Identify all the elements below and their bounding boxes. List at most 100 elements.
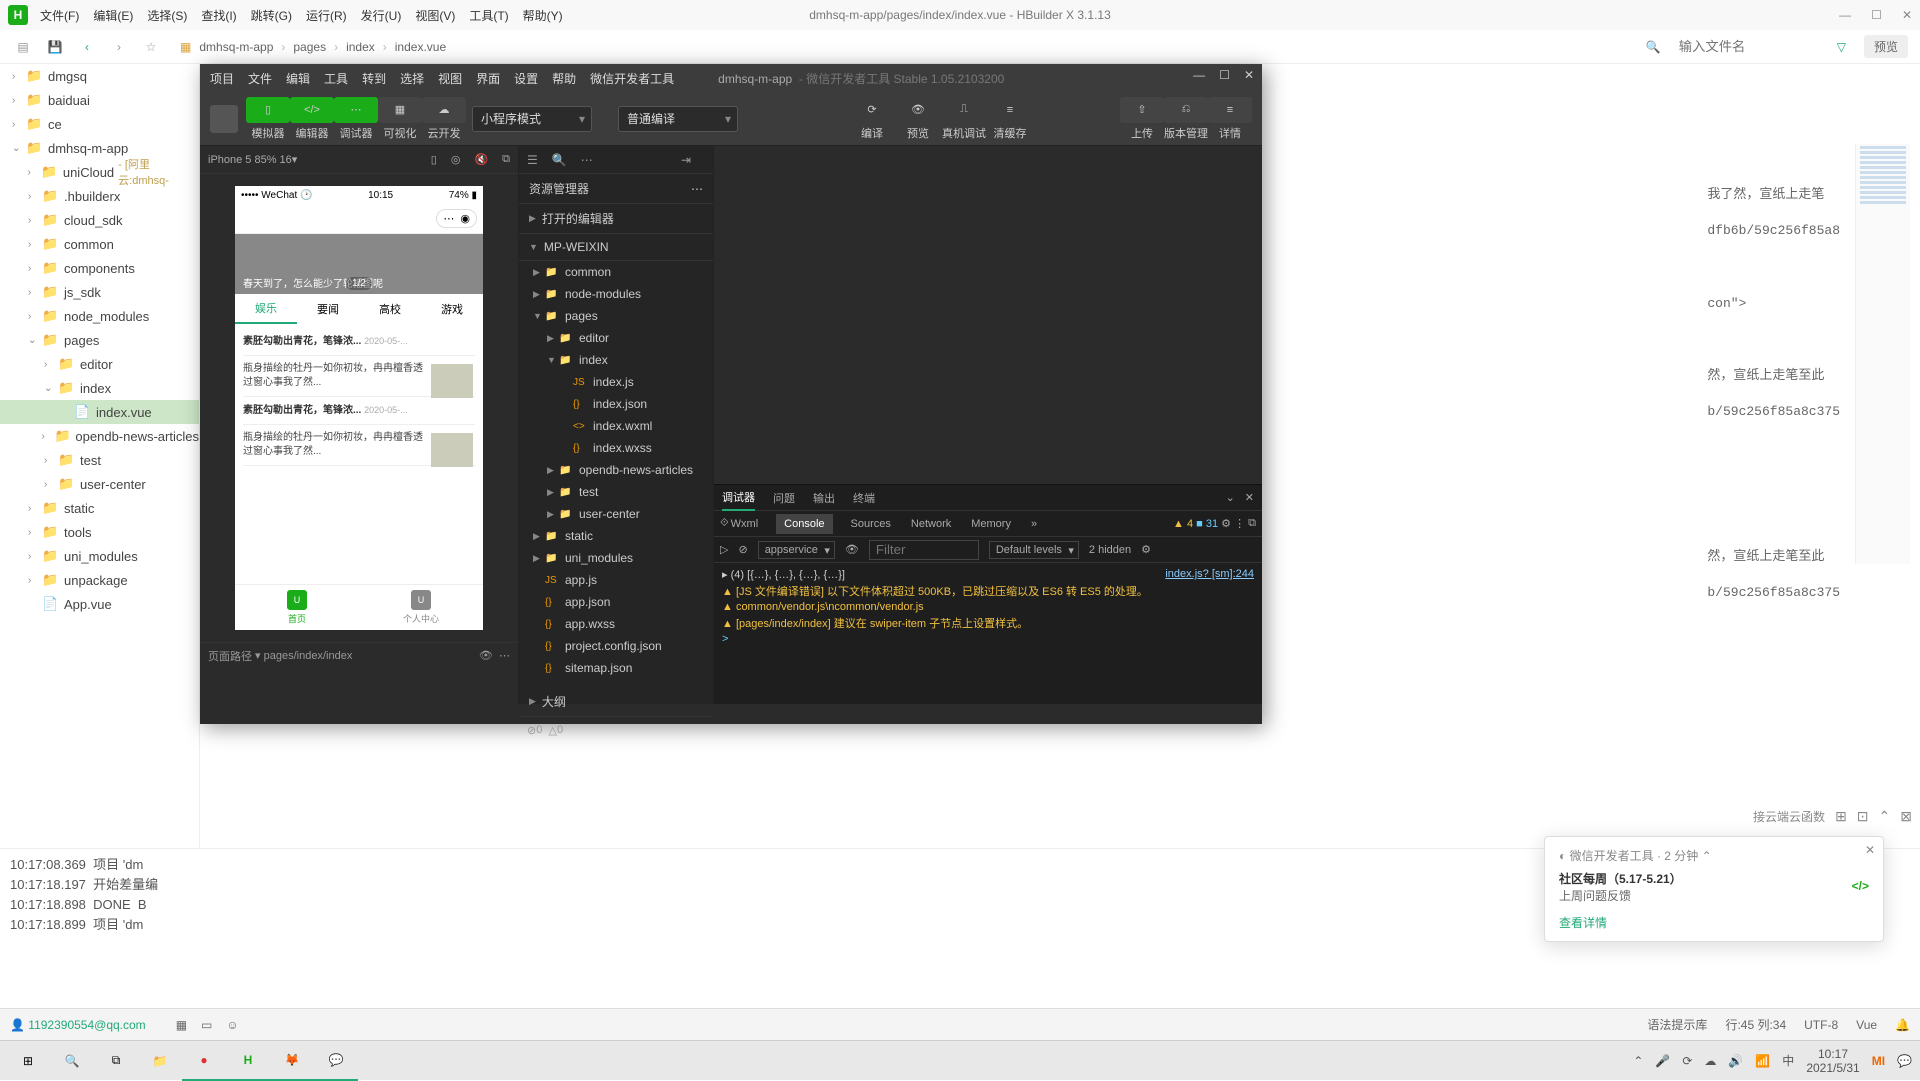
tree-item[interactable]: ›📁node_modules (0, 304, 199, 328)
filter-icon[interactable]: ▽ (1837, 40, 1846, 54)
wx-collapse-icon[interactable]: ⇥ (681, 153, 691, 167)
wx-tab-debugger[interactable]: ⋯调试器 (334, 97, 378, 141)
wx-tree-item[interactable]: ▼📁pages (519, 305, 713, 327)
toast-chevron-icon[interactable]: ⌃ (1702, 849, 1712, 863)
wx-menu-view[interactable]: 视图 (438, 70, 462, 87)
list-item[interactable]: 素胚勾勒出青花，笔锋浓... 2020-05-... (243, 397, 475, 425)
wx-menu-project[interactable]: 项目 (210, 70, 234, 87)
devtab-more[interactable]: » (1029, 514, 1039, 534)
wx-compile-select[interactable]: 普通编译 (618, 106, 738, 132)
wx-tree-item[interactable]: ▶📁common (519, 261, 713, 283)
wx-menu-goto[interactable]: 转到 (362, 70, 386, 87)
minimize-icon[interactable]: — (1839, 8, 1851, 22)
wechat-icon[interactable]: 💬 (314, 1041, 358, 1081)
wx-root-folder[interactable]: ▼MP-WEIXIN (519, 234, 713, 261)
tree-item[interactable]: ›📁editor (0, 352, 199, 376)
console-clear-icon[interactable]: ⊘ (738, 543, 747, 556)
devtab-console[interactable]: Console (776, 514, 832, 534)
file-search-input[interactable] (1679, 39, 1819, 54)
tree-item[interactable]: ›📁static (0, 496, 199, 520)
wx-tree-item[interactable]: ▶📁opendb-news-articles (519, 459, 713, 481)
tray-notification-icon[interactable]: 💬 (1897, 1054, 1912, 1068)
menu-view[interactable]: 视图(V) (415, 7, 455, 24)
tray-wifi-icon[interactable]: 📶 (1755, 1054, 1770, 1068)
record-icon[interactable]: ● (182, 1041, 226, 1081)
wx-tree-item[interactable]: ▶📁test (519, 481, 713, 503)
wx-clearcache-button[interactable]: ≡清缓存 (988, 97, 1032, 141)
tray-volume-icon[interactable]: 🔊 (1728, 1054, 1743, 1068)
wx-mode-select[interactable]: 小程序模式 (472, 106, 592, 132)
search-icon[interactable]: 🔍 (50, 1041, 94, 1081)
status-icon-smile[interactable]: ☺ (226, 1018, 238, 1032)
tray-cloud-icon[interactable]: ☁ (1704, 1054, 1716, 1068)
menu-goto[interactable]: 跳转(G) (251, 7, 292, 24)
menu-run[interactable]: 运行(R) (306, 7, 347, 24)
wx-maximize-icon[interactable]: ☐ (1219, 68, 1230, 82)
console-levels-select[interactable]: Default levels (989, 541, 1079, 559)
taskbar-clock[interactable]: 10:172021/5/31 (1806, 1047, 1859, 1075)
new-file-icon[interactable]: ▤ (12, 36, 34, 58)
wx-tree-item[interactable]: JSapp.js (519, 569, 713, 591)
phone-tabbar-mine[interactable]: U个人中心 (359, 585, 483, 630)
wx-tree-item[interactable]: ▶📁static (519, 525, 713, 547)
toast-close-icon[interactable]: ✕ (1865, 843, 1875, 857)
wx-minimize-icon[interactable]: — (1193, 68, 1205, 82)
maximize-icon[interactable]: ☐ (1871, 8, 1882, 22)
status-encoding[interactable]: UTF-8 (1804, 1018, 1838, 1032)
breadcrumb-folder1[interactable]: pages (293, 40, 326, 54)
wx-tree-item[interactable]: {}project.config.json (519, 635, 713, 657)
tool-icon-2[interactable]: ⊡ (1857, 808, 1869, 825)
wx-tree-item[interactable]: {}index.wxss (519, 437, 713, 459)
dbg-dock-icon[interactable]: ⧉ (1248, 517, 1256, 530)
status-icon-grid[interactable]: ▦ (176, 1018, 187, 1032)
wx-menu-settings[interactable]: 设置 (514, 70, 538, 87)
wx-more-icon[interactable]: ⋯ (581, 153, 593, 167)
console-play-icon[interactable]: ▷ (720, 543, 728, 556)
star-icon[interactable]: ☆ (140, 36, 162, 58)
toast-link[interactable]: 查看详情 (1559, 914, 1869, 931)
wx-openeditors-header[interactable]: ▶打开的编辑器 (519, 204, 713, 234)
console-filter-input[interactable] (869, 540, 979, 560)
wx-tree-item[interactable]: ▶📁user-center (519, 503, 713, 525)
explorer-icon[interactable]: 📁 (138, 1041, 182, 1081)
tree-item[interactable]: ›📁uni_modules (0, 544, 199, 568)
menu-publish[interactable]: 发行(U) (361, 7, 402, 24)
wx-tab-simulator[interactable]: ▯模拟器 (246, 97, 290, 141)
phone-swiper[interactable]: 春天到了，怎么能少了轮播图呢 1/2 (235, 234, 483, 294)
devtab-memory[interactable]: Memory (969, 514, 1013, 534)
wx-menu-select[interactable]: 选择 (400, 70, 424, 87)
list-item[interactable]: 瓶身描绘的牡丹一如你初妆，冉冉檀香透过窗心事我了然... (243, 356, 475, 397)
wx-tree-item[interactable]: ▶📁node-modules (519, 283, 713, 305)
tree-item[interactable]: 📄index.vue (0, 400, 199, 424)
tray-chevron-icon[interactable]: ⌃ (1633, 1054, 1643, 1068)
dbg-kebab-icon[interactable]: ⋮ (1234, 517, 1245, 530)
sim-rotate-icon[interactable]: ▯ (431, 153, 437, 166)
dbg-inspect-icon[interactable]: ⟐ (720, 517, 729, 530)
console-gear2-icon[interactable]: ⚙ (1141, 543, 1151, 556)
status-user-icon[interactable]: 👤 (10, 1018, 25, 1032)
wx-editor-area[interactable] (714, 146, 1262, 484)
capsule-close-icon[interactable]: ◉ (460, 212, 470, 225)
status-syntax[interactable]: 语法提示库 (1647, 1016, 1707, 1033)
tray-mic-icon[interactable]: 🎤 (1655, 1054, 1670, 1068)
dbg-tab-problems[interactable]: 问题 (773, 486, 795, 510)
tree-item[interactable]: ›📁user-center (0, 472, 199, 496)
phone-tab-3[interactable]: 高校 (359, 294, 421, 324)
breadcrumb-folder2[interactable]: index (346, 40, 375, 54)
dbg-collapse-icon[interactable]: ⌄ (1226, 491, 1235, 504)
phone-tab-2[interactable]: 要闻 (297, 294, 359, 324)
wx-tree-item[interactable]: ▼📁index (519, 349, 713, 371)
console-hidden-label[interactable]: 2 hidden (1089, 544, 1131, 556)
breadcrumb-project[interactable]: dmhsq-m-app (199, 40, 273, 54)
wx-tree-item[interactable]: {}index.json (519, 393, 713, 415)
tree-item[interactable]: ⌄📁pages (0, 328, 199, 352)
list-item[interactable]: 素胚勾勒出青花，笔锋浓... 2020-05-... (243, 328, 475, 356)
phone-tab-1[interactable]: 娱乐 (235, 294, 297, 324)
menu-select[interactable]: 选择(S) (147, 7, 187, 24)
menu-tools[interactable]: 工具(T) (469, 7, 508, 24)
menu-edit[interactable]: 编辑(E) (93, 7, 133, 24)
wx-compile-button[interactable]: ⟳编译 (850, 97, 894, 141)
tree-item[interactable]: ›📁uniCloud- [阿里云:dmhsq- (0, 160, 199, 184)
wx-warnings-icon[interactable]: △ (548, 724, 556, 737)
wx-avatar[interactable] (210, 105, 238, 133)
